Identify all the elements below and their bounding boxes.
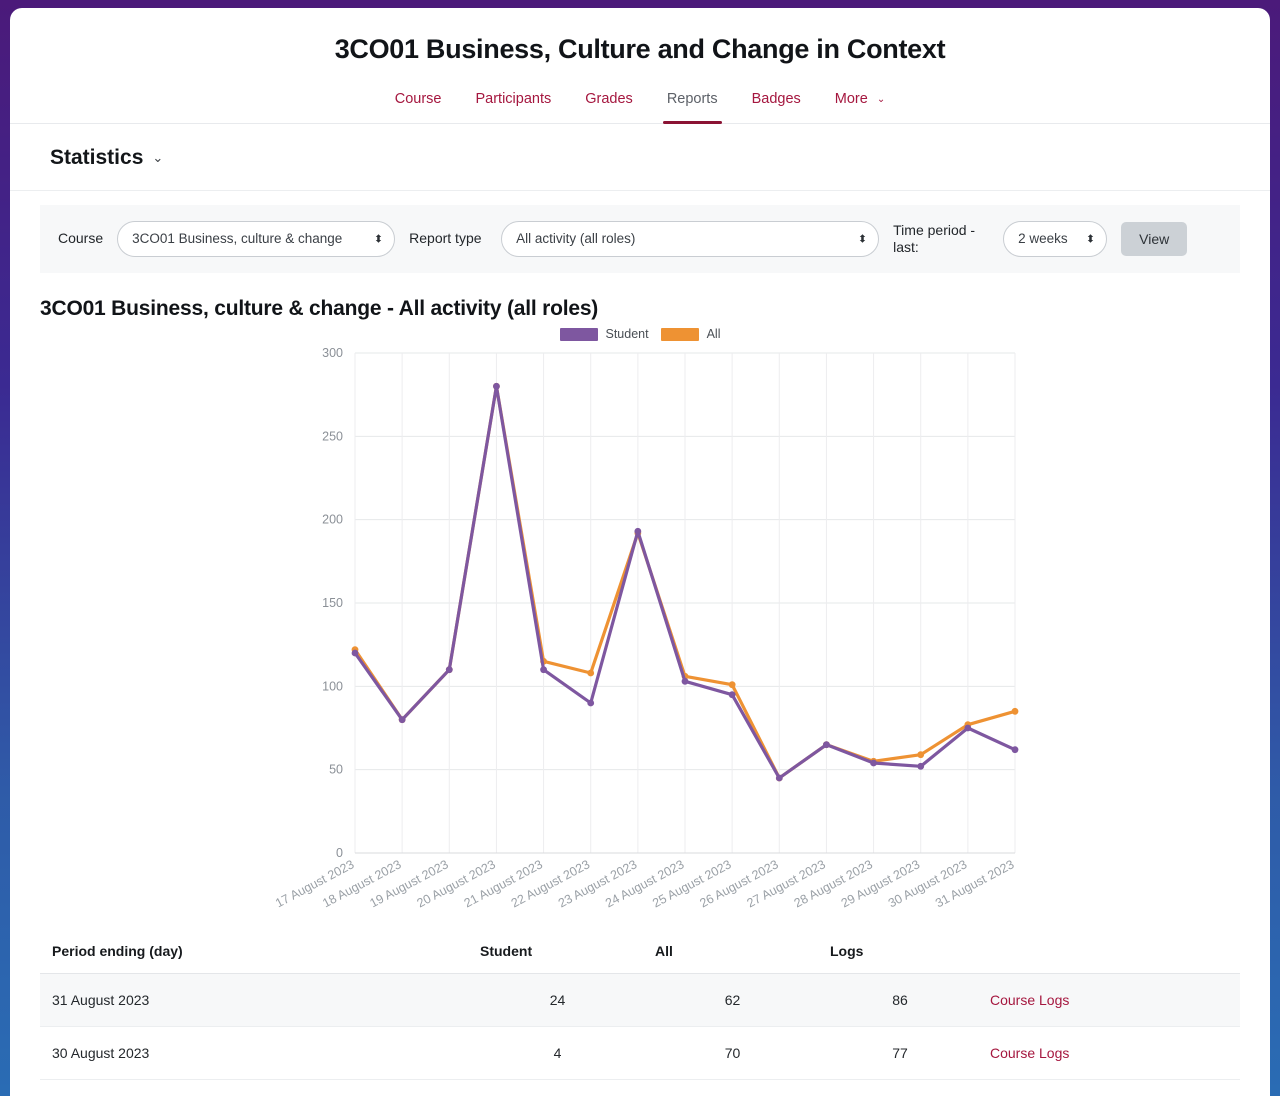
- cell-logs: 86: [820, 973, 980, 1028]
- svg-text:30 August 2023: 30 August 2023: [886, 857, 969, 910]
- table-row: 31 August 2023 24 62 86 Course Logs: [40, 973, 1240, 1028]
- report-type-select[interactable]: All activity (all roles): [501, 221, 880, 258]
- table-header-row: Period ending (day) Student All Logs: [40, 929, 1240, 975]
- svg-text:23 August 2023: 23 August 2023: [556, 857, 639, 910]
- report-title: 3CO01 Business, culture & change - All a…: [40, 297, 599, 321]
- statistics-table: Period ending (day) Student All Logs 31 …: [40, 929, 1240, 1081]
- col-student: Student: [470, 929, 645, 975]
- view-button[interactable]: View: [1121, 222, 1188, 257]
- course-nav-tabs: Course Participants Grades Reports Badge…: [10, 87, 1270, 124]
- report-filter-bar: Course 3CO01 Business, culture & change …: [40, 205, 1240, 274]
- col-logs: Logs: [820, 929, 980, 975]
- cell-student: 24: [470, 973, 645, 1028]
- svg-text:22 August 2023: 22 August 2023: [509, 857, 592, 910]
- statistics-table-wrap: Period ending (day) Student All Logs 31 …: [40, 929, 1240, 1081]
- cell-logs: 77: [820, 1026, 980, 1081]
- col-actions: [980, 929, 1240, 975]
- tab-grades-label: Grades: [585, 91, 633, 107]
- course-select-label: Course: [58, 230, 104, 247]
- tab-participants-label: Participants: [475, 91, 552, 107]
- table-row: 30 August 2023 4 70 77 Course Logs: [40, 1026, 1240, 1081]
- activity-chart: Student All 0 50 100 150 200 250 300 17 August …: [40, 327, 1240, 927]
- table-head: Period ending (day) Student All Logs: [40, 929, 1240, 975]
- report-type-label: Report type: [409, 230, 482, 247]
- svg-text:300: 300: [322, 346, 343, 360]
- svg-text:21 August 2023: 21 August 2023: [462, 857, 545, 910]
- statistics-heading-bar: Statistics ⌄: [10, 124, 1270, 191]
- page-frame: 3CO01 Business, Culture and Change in Co…: [0, 0, 1280, 1096]
- tab-course-label: Course: [394, 91, 442, 107]
- tab-course[interactable]: Course: [381, 87, 456, 123]
- svg-text:25 August 2023: 25 August 2023: [650, 857, 733, 910]
- chart-canvas: 0 50 100 150 200 250 300 17 August 202318 Augus…: [273, 346, 1019, 911]
- svg-text:27 August 2023: 27 August 2023: [745, 857, 828, 910]
- svg-text:18 August 2023: 18 August 2023: [320, 857, 403, 910]
- time-period-select[interactable]: 2 weeks: [1003, 221, 1108, 258]
- report-type-select-wrap: All activity (all roles): [501, 221, 880, 258]
- svg-text:19 August 2023: 19 August 2023: [367, 857, 450, 910]
- tab-grades[interactable]: Grades: [571, 87, 647, 123]
- cell-period: 31 August 2023: [40, 973, 470, 1028]
- course-select[interactable]: 3CO01 Business, culture & change: [117, 221, 396, 258]
- tab-reports-label: Reports: [666, 91, 718, 107]
- svg-text:29 August 2023: 29 August 2023: [839, 857, 922, 910]
- statistics-title: Statistics: [50, 146, 144, 169]
- time-period-select-wrap: 2 weeks: [1003, 221, 1108, 258]
- svg-text:50: 50: [329, 763, 343, 777]
- course-select-wrap: 3CO01 Business, culture & change: [117, 221, 396, 258]
- svg-text:0: 0: [336, 846, 343, 860]
- tab-more-label: More: [834, 91, 868, 107]
- svg-text:28 August 2023: 28 August 2023: [792, 857, 875, 910]
- tab-more[interactable]: More ⌄: [821, 87, 899, 123]
- tab-badges-label: Badges: [751, 91, 801, 107]
- svg-text:24 August 2023: 24 August 2023: [603, 857, 686, 910]
- col-period-ending: Period ending (day): [40, 929, 470, 975]
- svg-text:17 August 2023: 17 August 2023: [273, 857, 356, 910]
- course-header: 3CO01 Business, Culture and Change in Co…: [10, 8, 1270, 124]
- cell-all: 62: [645, 973, 820, 1028]
- course-logs-link[interactable]: Course Logs: [990, 1045, 1069, 1061]
- page-surface: 3CO01 Business, Culture and Change in Co…: [10, 8, 1270, 1096]
- svg-text:150: 150: [322, 596, 343, 610]
- chevron-down-icon-statistics[interactable]: ⌄: [152, 150, 163, 166]
- tab-participants[interactable]: Participants: [461, 87, 565, 123]
- svg-text:250: 250: [322, 430, 343, 444]
- cell-link: Course Logs: [980, 1026, 1240, 1081]
- tab-badges[interactable]: Badges: [738, 87, 815, 123]
- cell-period: 30 August 2023: [40, 1026, 470, 1081]
- chevron-down-icon: ⌄: [876, 94, 886, 105]
- time-period-label: Time period - last:: [893, 221, 976, 256]
- svg-text:200: 200: [322, 513, 343, 527]
- cell-student: 4: [470, 1026, 645, 1081]
- tab-reports[interactable]: Reports: [653, 87, 732, 124]
- cell-link: Course Logs: [980, 973, 1240, 1028]
- table-body: 31 August 2023 24 62 86 Course Logs 30 A…: [40, 973, 1240, 1081]
- svg-text:26 August 2023: 26 August 2023: [697, 857, 780, 910]
- course-logs-link[interactable]: Course Logs: [990, 992, 1069, 1008]
- svg-text:100: 100: [322, 680, 343, 694]
- cell-all: 70: [645, 1026, 820, 1081]
- svg-text:31 August 2023: 31 August 2023: [933, 857, 1016, 910]
- svg-text:20 August 2023: 20 August 2023: [415, 857, 498, 910]
- col-all: All: [645, 929, 820, 975]
- page-title: 3CO01 Business, Culture and Change in Co…: [334, 34, 946, 64]
